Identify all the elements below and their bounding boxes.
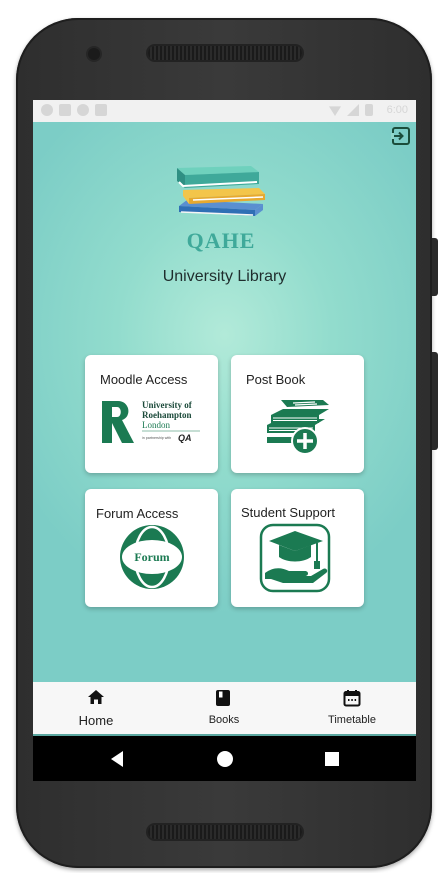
signal-icon (347, 104, 359, 116)
recents-square-icon[interactable] (325, 752, 339, 766)
qa-mark: QA (178, 433, 192, 443)
screen: 6:00 QAHE University Library Moodle Acce… (33, 100, 416, 781)
logo-line-3: London (142, 420, 170, 430)
logo-line-2: Roehampton (142, 410, 192, 420)
post-book-card[interactable]: Post Book (231, 355, 364, 473)
volume-button (432, 238, 438, 296)
card-label: Post Book (246, 372, 306, 387)
home-circle-icon[interactable] (216, 750, 234, 768)
home-icon (88, 690, 104, 704)
page-title: University Library (162, 268, 287, 285)
wifi-icon (329, 106, 341, 116)
nav-home[interactable]: Home (41, 682, 151, 734)
google-icon (41, 104, 53, 116)
sync-icon (77, 104, 89, 116)
partner-text: in partnership with (142, 436, 171, 440)
card-label: Moodle Access (100, 372, 188, 387)
moodle-access-card[interactable]: Moodle Access University of Roehampton L… (85, 355, 218, 473)
battery-icon (365, 104, 373, 116)
calendar-icon (343, 690, 361, 707)
forum-logo-text: Forum (134, 550, 169, 564)
student-support-card[interactable]: Student Support (231, 489, 364, 607)
nav-timetable[interactable]: Timetable (297, 682, 407, 734)
book-icon (216, 690, 230, 706)
nav-timetable-label: Timetable (328, 714, 376, 726)
forum-access-card[interactable]: Forum Access Forum (85, 489, 218, 607)
status-bar: 6:00 (33, 100, 416, 122)
bottom-speaker (148, 825, 302, 839)
graduation-cap-hand-icon (259, 523, 331, 593)
forum-logo: Forum (120, 525, 184, 589)
card-label: Student Support (241, 505, 335, 520)
bottom-navigation: Home Books Timetable (33, 682, 416, 736)
exit-icon[interactable] (391, 126, 411, 146)
back-triangle-icon[interactable] (109, 750, 125, 768)
system-navigation-bar (33, 736, 416, 781)
top-speaker (148, 46, 302, 60)
qahe-logo: QAHE (177, 166, 265, 252)
nav-books[interactable]: Books (169, 682, 279, 734)
logo-text: QAHE (187, 228, 256, 252)
app-content: QAHE University Library Moodle Access Un… (33, 122, 416, 682)
image-icon (59, 104, 71, 116)
power-button (432, 352, 438, 450)
logo-line-1: University of (142, 400, 193, 410)
sd-card-icon (95, 104, 107, 116)
front-camera (88, 48, 100, 60)
roehampton-logo: University of Roehampton London in partn… (102, 400, 200, 443)
nav-home-label: Home (78, 713, 114, 728)
status-time: 6:00 (386, 104, 408, 116)
nav-books-label: Books (208, 714, 240, 726)
card-label: Forum Access (96, 506, 179, 521)
add-book-icon (267, 400, 329, 455)
